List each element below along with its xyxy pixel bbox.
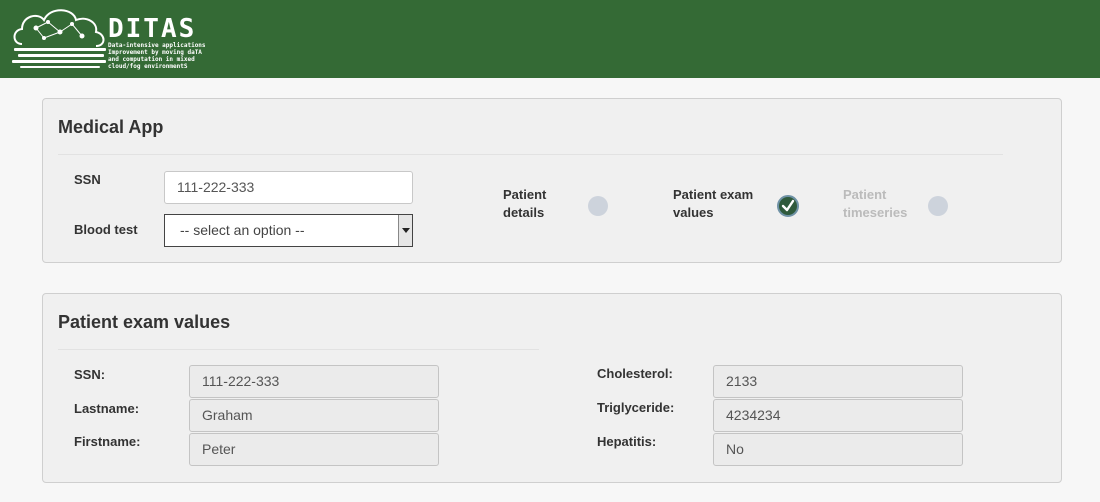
chevron-down-icon[interactable] [398,215,412,246]
medical-app-panel: Medical App SSN 111-222-333 Blood test -… [42,98,1062,263]
hepatitis-field[interactable]: No [713,433,963,466]
step-label-line: Patient [503,187,547,202]
brand-tagline: Data-intensive applications Improvement … [108,42,206,70]
brand-title: DITAS [108,14,197,44]
firstname-label: Firstname: [74,434,141,449]
check-icon [777,195,799,217]
step-patient-timeseries: Patient timeseries [843,186,907,222]
app-header: DITAS Data-intensive applications Improv… [0,0,1100,78]
divider [58,349,539,350]
step-patient-exam-values[interactable]: Patient exam values [673,186,753,222]
panel-title: Patient exam values [58,312,231,332]
triglyceride-label: Triglyceride: [597,400,675,415]
triglyceride-field[interactable]: 4234234 [713,399,963,432]
ssn-field-label: SSN: [74,367,106,382]
hepatitis-label: Hepatitis: [597,434,657,449]
ssn-label: SSN [74,172,101,187]
step-label-line: Patient [843,187,887,202]
step-label-line: timeseries [843,205,908,220]
step-patient-details[interactable]: Patient details [503,186,546,222]
cholesterol-label: Cholesterol: [597,366,673,381]
blood-test-label: Blood test [74,222,138,237]
step-label-line: details [503,205,545,220]
blood-test-select[interactable]: -- select an option -- [164,214,413,247]
step-pending-icon [588,196,608,216]
step-label-line: values [673,205,714,220]
blood-test-selected: -- select an option -- [180,222,305,238]
lastname-label: Lastname: [74,401,140,416]
cholesterol-field[interactable]: 2133 [713,365,963,398]
ssn-input[interactable]: 111-222-333 [164,171,413,204]
step-disabled-icon [928,196,948,216]
panel-title: Medical App [58,117,164,137]
firstname-field[interactable]: Peter [189,433,439,466]
lastname-field[interactable]: Graham [189,399,439,432]
ssn-field[interactable]: 111-222-333 [189,365,439,398]
step-label-line: Patient exam [673,187,754,202]
patient-exam-values-panel: Patient exam values SSN: 111-222-333 Las… [42,293,1062,483]
ditas-logo-icon [12,9,106,68]
divider [58,154,1003,155]
